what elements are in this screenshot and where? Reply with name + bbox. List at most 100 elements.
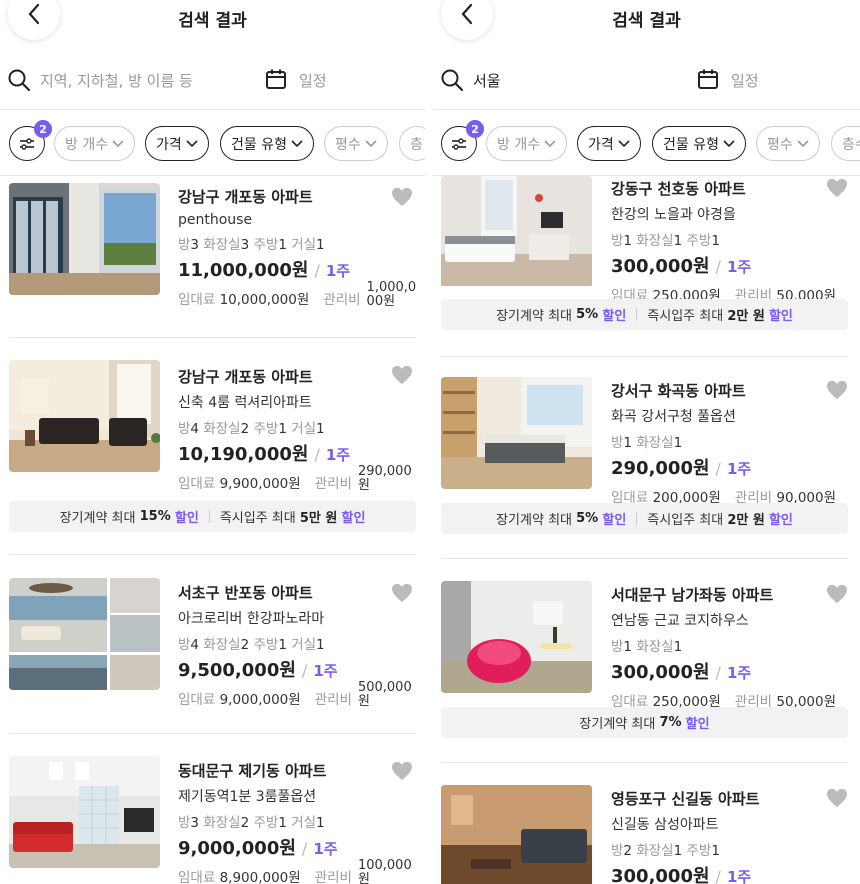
heart-icon[interactable]	[826, 380, 848, 400]
listing-info: 영등포구 신길동 아파트 신길동 삼성아파트 방2 화장실1 주방1 300,0…	[611, 788, 759, 884]
filter-label: 가격	[156, 136, 182, 153]
room-info: 방1 화장실1 주방1	[611, 233, 720, 249]
chevron-down-icon	[544, 139, 556, 147]
price-row: 11,000,000원/1주	[178, 256, 421, 282]
divider	[441, 762, 848, 763]
filter-rooms[interactable]: 방 개수	[486, 126, 568, 161]
price: 300,000원	[611, 662, 710, 683]
discount-banner: 장기계약 최대 5% 할인 즉시입주 최대 2만 원 할인	[441, 299, 848, 330]
filter-building-type[interactable]: 건물 유형	[652, 126, 746, 161]
discount-banner: 장기계약 최대 5% 할인 즉시입주 최대 2만 원 할인	[441, 503, 848, 534]
price-row: 300,000원/1주	[611, 658, 836, 684]
filter-label: 건물 유형	[231, 136, 287, 153]
calendar-icon	[698, 69, 718, 89]
filter-label: 방 개수	[497, 136, 541, 153]
heart-icon[interactable]	[391, 365, 413, 385]
filter-price[interactable]: 가격	[577, 126, 641, 161]
filter-area[interactable]: 평수	[324, 126, 388, 161]
left-screen: 검색 결과 지역, 지하철, 방 이름 등 일정 2 방 개수 가격 건물 유형…	[0, 0, 425, 884]
price-period: 1주	[325, 446, 351, 464]
chevron-down-icon	[723, 139, 735, 147]
schedule-input[interactable]: 일정	[299, 70, 327, 91]
price-row: 300,000원/1주	[611, 862, 759, 884]
price-period: 1주	[313, 662, 338, 680]
price-period: 1주	[726, 258, 752, 276]
divider	[9, 733, 416, 734]
room-info: 방4 화장실2 주방1 거실1	[178, 421, 325, 437]
listing-photo	[9, 183, 160, 295]
listing-photo	[441, 785, 592, 884]
filter-price[interactable]: 가격	[145, 126, 209, 161]
price-row: 9,500,000원/1주	[178, 656, 412, 682]
listing-info: 강남구 개포동 아파트 신축 4룸 럭셔리아파트 방4 화장실2 주방1 거실1…	[178, 366, 412, 493]
listing-subtitle: 화곡 강서구청 풀옵션	[611, 409, 736, 425]
listing-info: 동대문구 제기동 아파트 제기동역1분 3룸풀옵션 방3 화장실2 주방1 거실…	[178, 760, 412, 884]
heart-icon[interactable]	[391, 187, 413, 207]
panel-divider	[425, 0, 433, 884]
filter-label: 층	[410, 136, 423, 153]
header: 검색 결과	[433, 0, 860, 40]
price: 11,000,000원	[178, 260, 309, 281]
filter-label: 방 개수	[65, 136, 109, 153]
sliders-icon	[452, 137, 466, 150]
divider	[9, 337, 416, 338]
price: 9,000,000원	[178, 838, 296, 859]
search-input[interactable]: 서울	[473, 70, 501, 91]
filter-label: 평수	[767, 136, 793, 153]
filter-floor[interactable]: 층	[399, 126, 425, 161]
listing-info: 서초구 반포동 아파트 아크로리버 한강파노라마 방4 화장실2 주방1 거실1…	[178, 582, 412, 709]
filter-area[interactable]: 평수	[756, 126, 820, 161]
listing-photo	[9, 756, 160, 868]
price: 290,000원	[611, 458, 710, 479]
room-info: 방4 화장실2 주방1 거실1	[178, 637, 325, 653]
filter-label: 층수	[842, 136, 860, 153]
price-row: 300,000원/1주	[611, 252, 836, 278]
discount-banner: 장기계약 최대 15% 할인 즉시입주 최대 5만 원 할인	[9, 501, 416, 532]
filter-floor[interactable]: 층수	[831, 126, 860, 161]
listing-subtitle: 연남동 근교 코지하우스	[611, 613, 749, 629]
heart-icon[interactable]	[826, 584, 848, 604]
listing-info: 강서구 화곡동 아파트 화곡 강서구청 풀옵션 방1 화장실1 290,000원…	[611, 380, 836, 506]
search-bar[interactable]: 지역, 지하철, 방 이름 등 일정	[0, 40, 425, 110]
price-period: 1주	[726, 460, 752, 478]
right-screen: 검색 결과 서울 일정 2 방 개수 가격 건물 유형 평수 층수 강동구 천호…	[433, 0, 860, 884]
filter-settings-button[interactable]: 2	[9, 120, 52, 161]
chevron-down-icon	[618, 139, 630, 147]
listing-photo	[441, 377, 592, 489]
heart-icon[interactable]	[391, 761, 413, 781]
price: 9,500,000원	[178, 660, 296, 681]
fee-info: 임대료 10,000,000원 관리비 1,000,000원	[178, 280, 417, 309]
filter-settings-button[interactable]: 2	[441, 120, 484, 161]
room-info: 방3 화장실2 주방1 거실1	[178, 815, 325, 831]
listing-info: 강남구 개포동 아파트 penthouse 방3 화장실3 주방1 거실1 11…	[178, 186, 421, 309]
listing-subtitle: penthouse	[178, 212, 253, 228]
heart-icon[interactable]	[391, 583, 413, 603]
listing-subtitle: 신축 4룸 럭셔리아파트	[178, 395, 312, 411]
filter-count-badge: 2	[34, 120, 52, 138]
price-period: 1주	[726, 664, 752, 682]
search-input[interactable]: 지역, 지하철, 방 이름 등	[40, 70, 193, 91]
sliders-icon	[20, 137, 34, 150]
heart-icon[interactable]	[826, 178, 848, 198]
search-bar[interactable]: 서울 일정	[433, 40, 860, 110]
price: 300,000원	[611, 866, 710, 884]
price: 300,000원	[611, 256, 710, 277]
chevron-down-icon	[186, 139, 198, 147]
listing-photo	[9, 578, 160, 690]
heart-icon[interactable]	[826, 788, 848, 808]
listing-title: 강동구 천호동 아파트	[611, 180, 746, 198]
price-row: 9,000,000원/1주	[178, 834, 412, 860]
filter-label: 가격	[588, 136, 614, 153]
header: 검색 결과	[0, 0, 425, 40]
discount-banner: 장기계약 최대 7% 할인	[441, 707, 848, 738]
listing-info: 서대문구 남가좌동 아파트 연남동 근교 코지하우스 방1 화장실1 300,0…	[611, 584, 836, 710]
calendar-icon	[266, 69, 286, 89]
filter-count-badge: 2	[466, 120, 484, 138]
filter-rooms[interactable]: 방 개수	[54, 126, 136, 161]
listing-info: 강동구 천호동 아파트 한강의 노을과 야경을 방1 화장실1 주방1 300,…	[611, 178, 836, 304]
schedule-input[interactable]: 일정	[731, 70, 759, 91]
listing-photo	[441, 581, 592, 693]
listing-title: 동대문구 제기동 아파트	[178, 762, 327, 780]
divider	[441, 558, 848, 559]
filter-building-type[interactable]: 건물 유형	[220, 126, 314, 161]
